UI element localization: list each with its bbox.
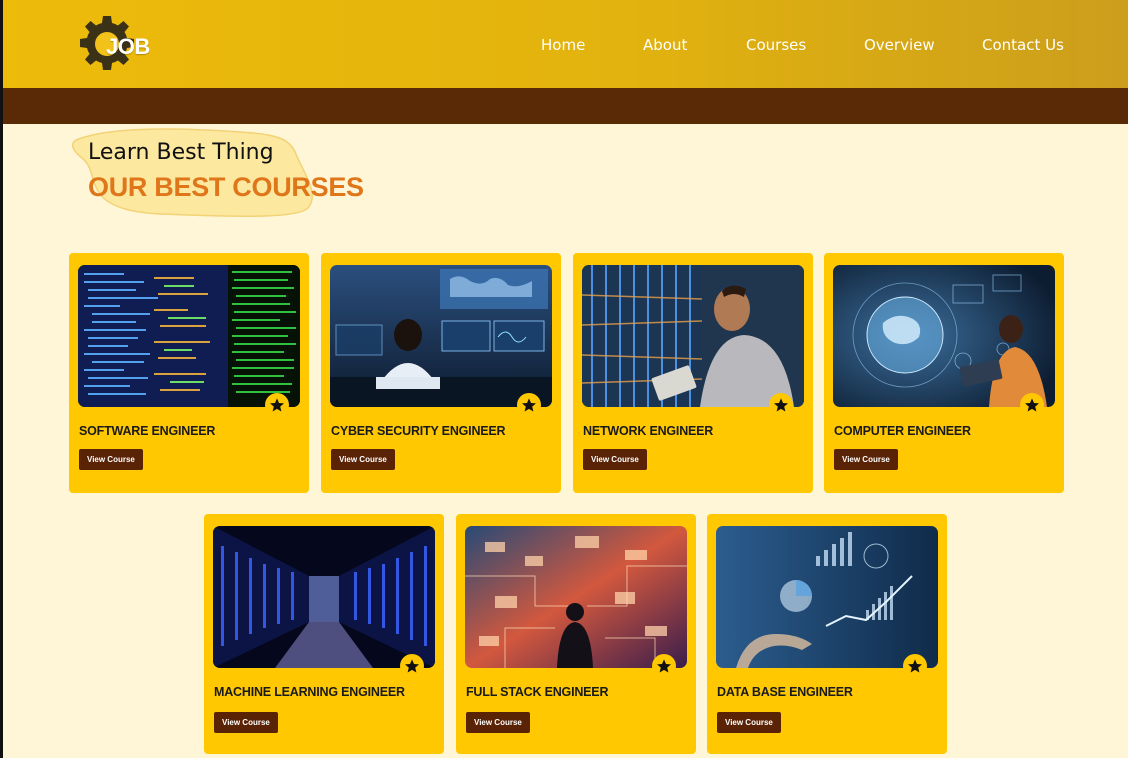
hero-title: OUR BEST COURSES (88, 172, 364, 202)
course-title: DATA BASE ENGINEER (717, 685, 853, 699)
nav-contact-us[interactable]: Contact Us (982, 36, 1064, 54)
course-image-holographic-globe (833, 265, 1055, 407)
course-card-data-base-engineer[interactable]: DATA BASE ENGINEER View Course (707, 514, 947, 754)
course-image-neon-circuit-person (465, 526, 687, 668)
course-title: MACHINE LEARNING ENGINEER (214, 685, 405, 699)
course-image-server-rack-tablet (582, 265, 804, 407)
course-card-machine-learning-engineer[interactable]: MACHINE LEARNING ENGINEER View Course (204, 514, 444, 754)
window-edge (0, 0, 3, 758)
course-card-software-engineer[interactable]: SOFTWARE ENGINEER View Course (69, 253, 309, 493)
course-title: COMPUTER ENGINEER (834, 424, 971, 438)
course-image-hand-charts (716, 526, 938, 668)
hero-subtitle: Learn Best Thing (88, 140, 274, 165)
header-band (0, 88, 1128, 124)
nav-about[interactable]: About (643, 36, 687, 54)
view-course-button[interactable]: View Course (717, 712, 781, 733)
course-title: CYBER SECURITY ENGINEER (331, 424, 506, 438)
logo-text: JOB (106, 34, 150, 59)
star-icon[interactable] (265, 393, 289, 417)
course-image-data-center-aisle (213, 526, 435, 668)
view-course-button[interactable]: View Course (466, 712, 530, 733)
course-title: FULL STACK ENGINEER (466, 685, 609, 699)
course-image-code-screens (78, 265, 300, 407)
nav-home[interactable]: Home (541, 36, 585, 54)
nav-courses[interactable]: Courses (746, 36, 806, 54)
view-course-button[interactable]: View Course (331, 449, 395, 470)
course-image-security-monitors (330, 265, 552, 407)
star-icon[interactable] (652, 654, 676, 678)
nav-overview[interactable]: Overview (864, 36, 935, 54)
course-card-cyber-security-engineer[interactable]: CYBER SECURITY ENGINEER View Course (321, 253, 561, 493)
course-title: SOFTWARE ENGINEER (79, 424, 216, 438)
site-header: JOB Home About Courses Overview Contact … (0, 0, 1128, 88)
view-course-button[interactable]: View Course (583, 449, 647, 470)
star-icon[interactable] (1020, 393, 1044, 417)
course-card-computer-engineer[interactable]: COMPUTER ENGINEER View Course (824, 253, 1064, 493)
star-icon[interactable] (400, 654, 424, 678)
view-course-button[interactable]: View Course (214, 712, 278, 733)
star-icon[interactable] (903, 654, 927, 678)
view-course-button[interactable]: View Course (834, 449, 898, 470)
star-icon[interactable] (769, 393, 793, 417)
course-title: NETWORK ENGINEER (583, 424, 714, 438)
course-card-network-engineer[interactable]: NETWORK ENGINEER View Course (573, 253, 813, 493)
star-icon[interactable] (517, 393, 541, 417)
view-course-button[interactable]: View Course (79, 449, 143, 470)
logo[interactable]: JOB (76, 14, 156, 74)
course-card-full-stack-engineer[interactable]: FULL STACK ENGINEER View Course (456, 514, 696, 754)
